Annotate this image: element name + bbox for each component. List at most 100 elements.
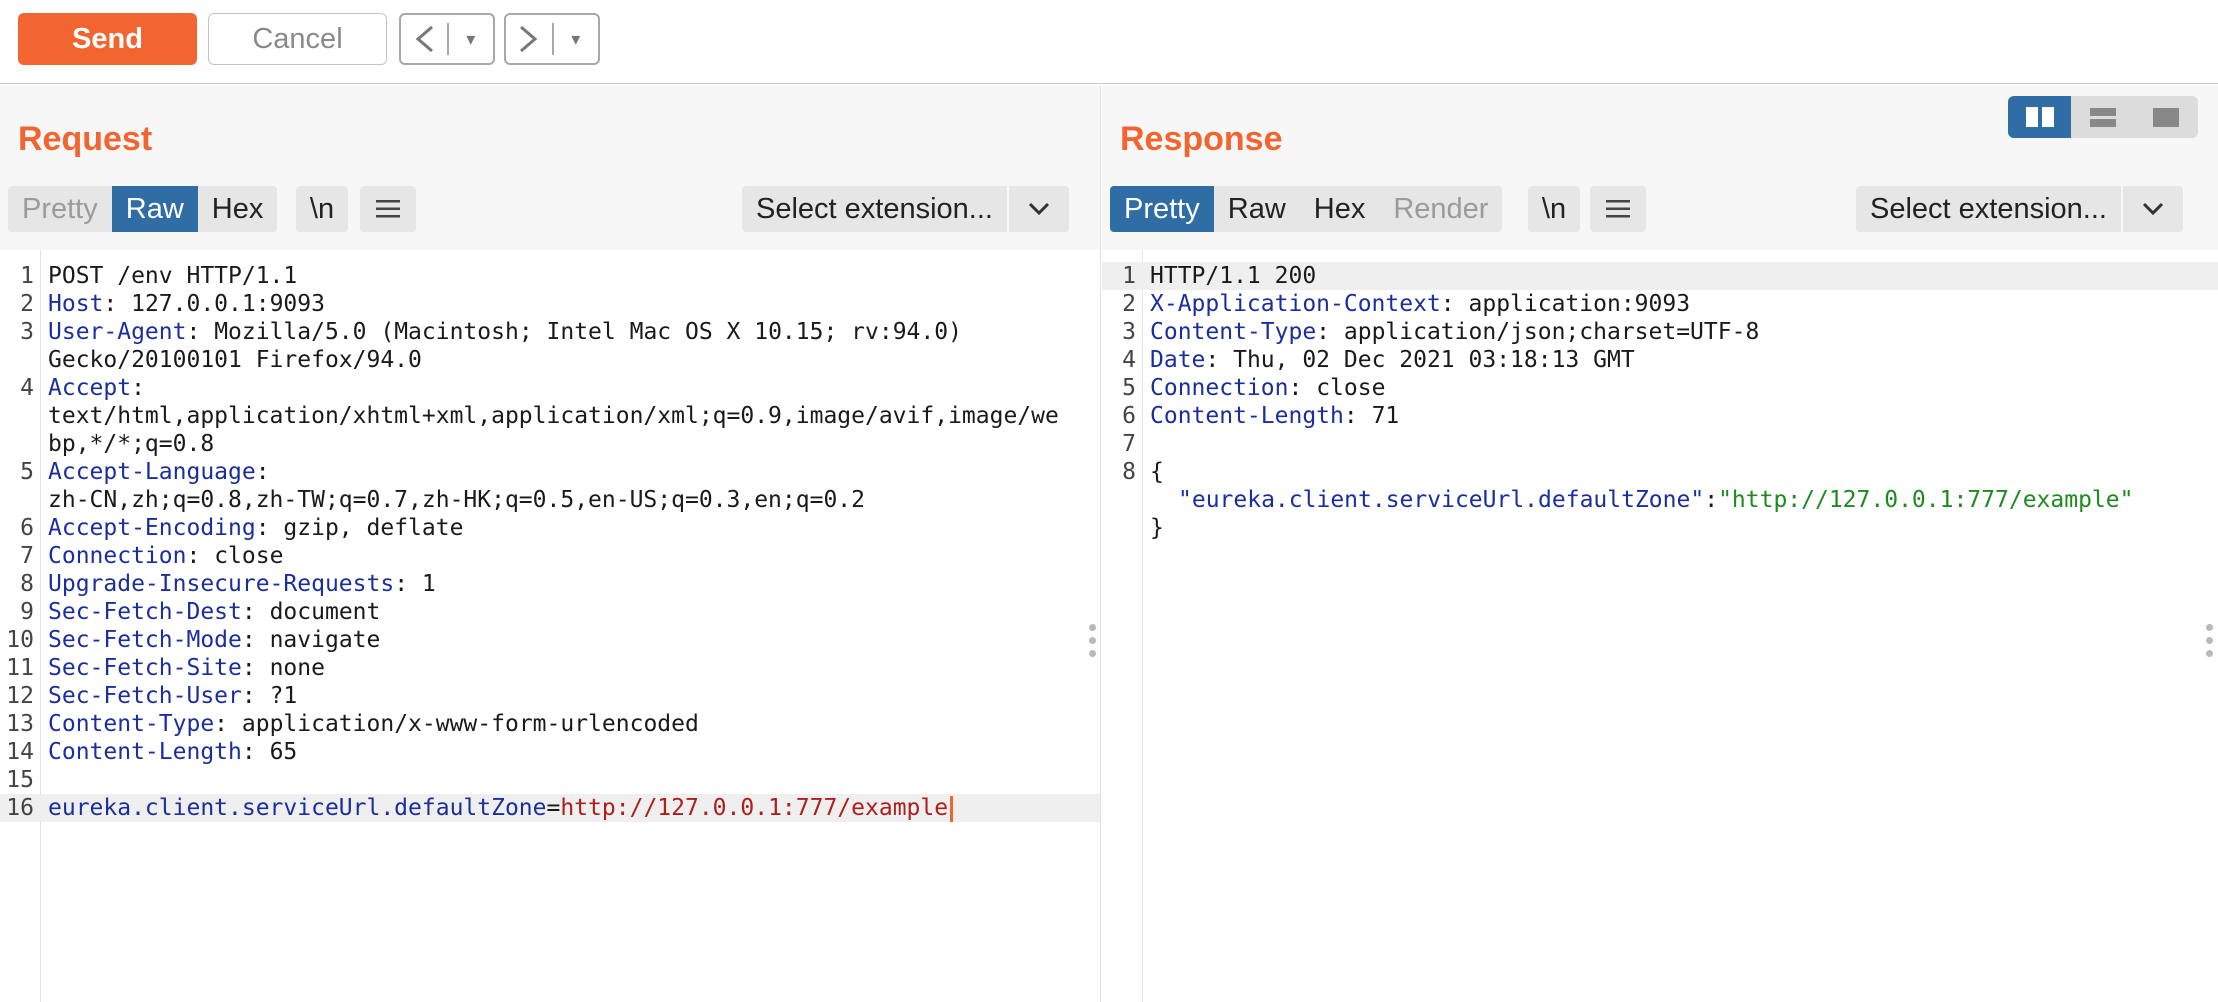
code-line: 14 Content-Length: 65	[0, 738, 1100, 766]
line-text: Host: 127.0.0.1:9093	[48, 290, 325, 318]
line-text: Gecko/20100101 Firefox/94.0	[48, 346, 422, 374]
header-separator: :	[103, 291, 132, 317]
header-value: 127.0.0.1:9093	[131, 291, 325, 317]
line-number: 7	[1122, 431, 1136, 457]
tab-hex[interactable]: Hex	[1300, 186, 1380, 232]
cancel-button[interactable]: Cancel	[208, 13, 387, 65]
header-separator: :	[241, 739, 270, 765]
line-text: zh-CN,zh;q=0.8,zh-TW;q=0.7,zh-HK;q=0.5,e…	[48, 486, 865, 514]
code-line: 2 Host: 127.0.0.1:9093	[0, 290, 1100, 318]
side-by-side-icon[interactable]	[2008, 96, 2072, 138]
header-name: Accept	[48, 375, 132, 401]
newline-toggle-button[interactable]: \n	[1528, 186, 1580, 232]
header-name: Content-Type	[48, 711, 215, 737]
chevron-down-icon[interactable]	[2123, 186, 2183, 232]
code-line: 10 Sec-Fetch-Mode: navigate	[0, 626, 1100, 654]
code-line: 6 Content-Length: 71	[1102, 402, 2218, 430]
forward-history-button[interactable]: ▾	[504, 13, 600, 65]
tab-pretty[interactable]: Pretty	[8, 186, 112, 232]
line-text: Sec-Fetch-User: ?1	[48, 682, 297, 710]
line-number: 6	[20, 515, 34, 541]
layout-toggle	[2008, 96, 2198, 138]
stacked-icon[interactable]	[2071, 96, 2134, 138]
header-name: Sec-Fetch-Dest	[48, 599, 242, 625]
header-name: Upgrade-Insecure-Requests	[48, 571, 395, 597]
header-separator: :	[241, 627, 270, 653]
header-value: close	[1316, 375, 1386, 401]
resize-handle[interactable]	[2206, 624, 2214, 657]
menu-button[interactable]	[360, 186, 416, 232]
response-title: Response	[1120, 120, 1283, 158]
request-code: 1 POST /env HTTP/1.1 2 Host: 127.0.0.1:9093…	[0, 262, 1100, 822]
code-line: Gecko/20100101 Firefox/94.0	[0, 346, 1100, 374]
code-line: 4 Date: Thu, 02 Dec 2021 03:18:13 GMT	[1102, 346, 2218, 374]
chevron-down-icon[interactable]	[1009, 186, 1069, 232]
response-code: 1 HTTP/1.1 200 2 X-Application-Context: app…	[1102, 262, 2218, 542]
header-value: 65	[269, 739, 298, 765]
back-dropdown-icon[interactable]: ▾	[449, 29, 494, 50]
line-number: 1	[20, 263, 34, 289]
request-header: Request Pretty Raw Hex \n Select extensi…	[0, 86, 1100, 250]
response-extension-select[interactable]: Select extension...	[1856, 186, 2183, 232]
resize-handle[interactable]	[1089, 624, 1097, 657]
request-editor[interactable]: 1 POST /env HTTP/1.1 2 Host: 127.0.0.1:9093…	[0, 250, 1100, 1002]
back-history-button[interactable]: ▾	[399, 13, 495, 65]
header-name: Connection	[1150, 375, 1289, 401]
line-text: Sec-Fetch-Dest: document	[48, 598, 380, 626]
tab-render[interactable]: Render	[1379, 186, 1502, 232]
header-name: Sec-Fetch-Site	[48, 655, 242, 681]
line-text: Accept-Encoding: gzip, deflate	[48, 514, 463, 542]
send-button[interactable]: Send	[18, 13, 197, 65]
header-value: text/html,application/xhtml+xml,applicat…	[48, 403, 1059, 429]
line-text: Sec-Fetch-Site: none	[48, 654, 325, 682]
header-value: application/json;charset=UTF-8	[1343, 319, 1760, 345]
body-equals: =	[546, 795, 561, 821]
line-text: Content-Type: application/x-www-form-url…	[48, 710, 699, 738]
code-line: 1 POST /env HTTP/1.1	[0, 262, 1100, 290]
menu-button[interactable]	[1590, 186, 1646, 232]
header-separator: :	[214, 711, 242, 737]
line-text: Date: Thu, 02 Dec 2021 03:18:13 GMT	[1150, 346, 1635, 374]
header-value: Gecko/20100101 Firefox/94.0	[48, 347, 422, 373]
tab-raw[interactable]: Raw	[111, 186, 198, 232]
line-number: 3	[20, 319, 34, 345]
header-name: Sec-Fetch-User	[48, 683, 242, 709]
extension-select-label: Select extension...	[756, 192, 993, 225]
code-line: 1 HTTP/1.1 200	[1102, 262, 2218, 290]
back-arrow-icon[interactable]	[401, 15, 447, 63]
tab-pretty[interactable]: Pretty	[1110, 186, 1214, 232]
request-extension-select[interactable]: Select extension...	[742, 186, 1069, 232]
line-text: "eureka.client.serviceUrl.defaultZone":"…	[1178, 486, 2133, 514]
header-value: close	[214, 543, 284, 569]
header-name: Connection	[48, 543, 187, 569]
tab-hex[interactable]: Hex	[198, 186, 278, 232]
single-pane-icon[interactable]	[2135, 96, 2198, 138]
header-value: navigate	[269, 627, 381, 653]
header-value: 71	[1371, 403, 1400, 429]
body-param-name: eureka.client.serviceUrl.defaultZone	[48, 795, 547, 821]
code-line: 3 User-Agent: Mozilla/5.0 (Macintosh; Int…	[0, 318, 1100, 346]
header-value: none	[269, 655, 325, 681]
code-line: 8{	[1102, 458, 2218, 486]
header-value: Mozilla/5.0 (Macintosh; Intel Mac OS X 1…	[214, 319, 962, 345]
line-text: Accept-Language:	[48, 458, 270, 486]
header-name: User-Agent	[48, 319, 187, 345]
header-separator: :	[1205, 347, 1234, 373]
code-line: "eureka.client.serviceUrl.defaultZone":"…	[1102, 486, 2218, 514]
response-view-tabs: Pretty Raw Hex Render	[1110, 186, 1503, 232]
tab-raw[interactable]: Raw	[1214, 186, 1300, 232]
code-line: zh-CN,zh;q=0.8,zh-TW;q=0.7,zh-HK;q=0.5,e…	[0, 486, 1100, 514]
line-text: User-Agent: Mozilla/5.0 (Macintosh; Inte…	[48, 318, 962, 346]
header-value: application/x-www-form-urlencoded	[241, 711, 699, 737]
hamburger-icon	[376, 200, 400, 218]
line-text: Accept:	[48, 374, 145, 402]
header-separator: :	[241, 683, 270, 709]
forward-dropdown-icon[interactable]: ▾	[554, 29, 599, 50]
code-line: text/html,application/xhtml+xml,applicat…	[0, 402, 1100, 430]
response-editor[interactable]: 1 HTTP/1.1 200 2 X-Application-Context: app…	[1102, 250, 2218, 1002]
newline-toggle-button[interactable]: \n	[296, 186, 348, 232]
line-number: 1	[1122, 263, 1136, 289]
hamburger-icon	[1606, 200, 1630, 218]
header-value: document	[269, 599, 381, 625]
forward-arrow-icon[interactable]	[506, 15, 552, 63]
